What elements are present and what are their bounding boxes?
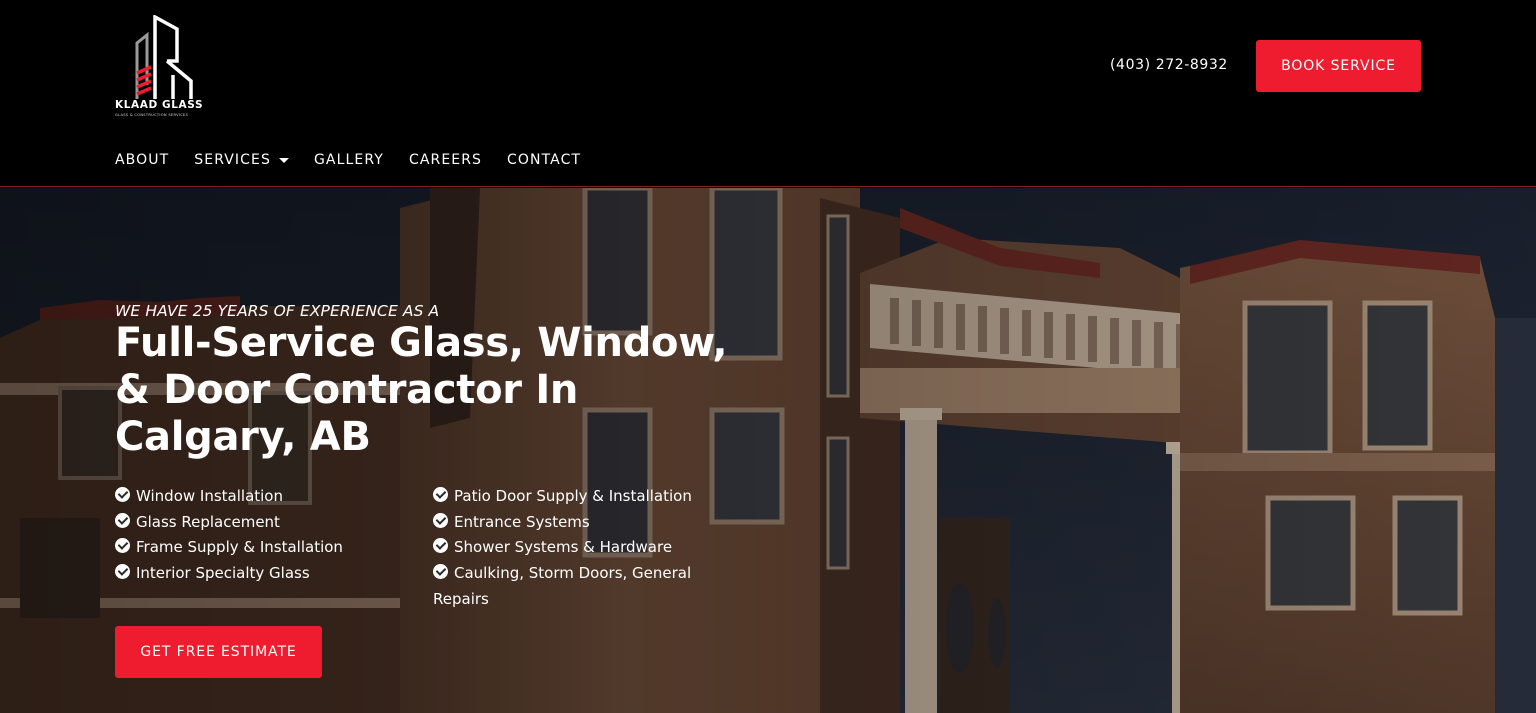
check-circle-icon (115, 512, 130, 528)
hero-headline: Full-Service Glass, Window, & Door Contr… (115, 320, 728, 460)
check-circle-icon (433, 512, 448, 528)
service-label: Glass Replacement (136, 512, 280, 531)
logo-tagline: GLASS & CONSTRUCTION SERVICES (115, 113, 189, 117)
logo[interactable]: KLAAD GLASS GLASS & CONSTRUCTION SERVICE… (115, 15, 215, 119)
service-item: Interior Specialty Glass (115, 561, 415, 587)
nav-item-label: SERVICES (194, 152, 271, 168)
service-item: Entrance Systems (433, 510, 733, 536)
building-logo-icon (135, 15, 193, 99)
check-circle-icon (433, 538, 448, 554)
service-item: Window Installation (115, 484, 415, 510)
check-circle-icon (115, 538, 130, 554)
service-item: Frame Supply & Installation (115, 535, 415, 561)
nav-item-label: CAREERS (408, 152, 483, 168)
check-circle-icon (115, 564, 130, 580)
services-list-left: Window Installation Glass Replacement Fr… (115, 484, 415, 587)
check-circle-icon (433, 487, 448, 502)
service-label: Shower Systems & Hardware (454, 538, 673, 557)
service-label: Entrance Systems (454, 512, 590, 531)
service-label: Caulking, Storm Doors, General Repairs (433, 564, 692, 608)
nav-item-careers[interactable]: CAREERS (409, 152, 482, 168)
services-list-right: Patio Door Supply & Installation Entranc… (433, 484, 733, 613)
service-item: Patio Door Supply & Installation (433, 484, 733, 510)
nav-item-contact[interactable]: CONTACT (507, 152, 581, 168)
site-header: KLAAD GLASS GLASS & CONSTRUCTION SERVICE… (0, 0, 1536, 187)
nav-item-label: CONTACT (507, 152, 582, 168)
service-item: Glass Replacement (115, 510, 415, 536)
phone-link[interactable]: (403) 272-8932 (1110, 57, 1228, 73)
main-nav: ABOUT SERVICES GALLERY CAREERS CONTACT (115, 150, 606, 170)
service-label: Window Installation (136, 487, 283, 505)
service-label: Interior Specialty Glass (136, 564, 310, 583)
service-item: Caulking, Storm Doors, General Repairs (433, 561, 713, 612)
service-item: Shower Systems & Hardware (433, 535, 733, 561)
logo-wordmark: KLAAD GLASS (115, 99, 204, 111)
nav-item-label: GALLERY (313, 152, 384, 168)
check-circle-icon (433, 564, 448, 580)
nav-item-label: ABOUT (115, 152, 170, 168)
service-label: Patio Door Supply & Installation (454, 487, 692, 505)
hero-eyebrow: WE HAVE 25 YEARS OF EXPERIENCE AS A (115, 302, 440, 320)
check-circle-icon (115, 487, 130, 502)
book-service-button[interactable]: BOOK SERVICE (1256, 40, 1421, 92)
get-free-estimate-button[interactable]: GET FREE ESTIMATE (115, 626, 322, 678)
service-label: Frame Supply & Installation (136, 538, 343, 557)
nav-item-gallery[interactable]: GALLERY (314, 152, 384, 168)
hero-section: WE HAVE 25 YEARS OF EXPERIENCE AS A Full… (0, 188, 1536, 713)
nav-item-services[interactable]: SERVICES (194, 152, 289, 168)
caret-down-icon (278, 157, 289, 163)
nav-item-about[interactable]: ABOUT (115, 152, 169, 168)
